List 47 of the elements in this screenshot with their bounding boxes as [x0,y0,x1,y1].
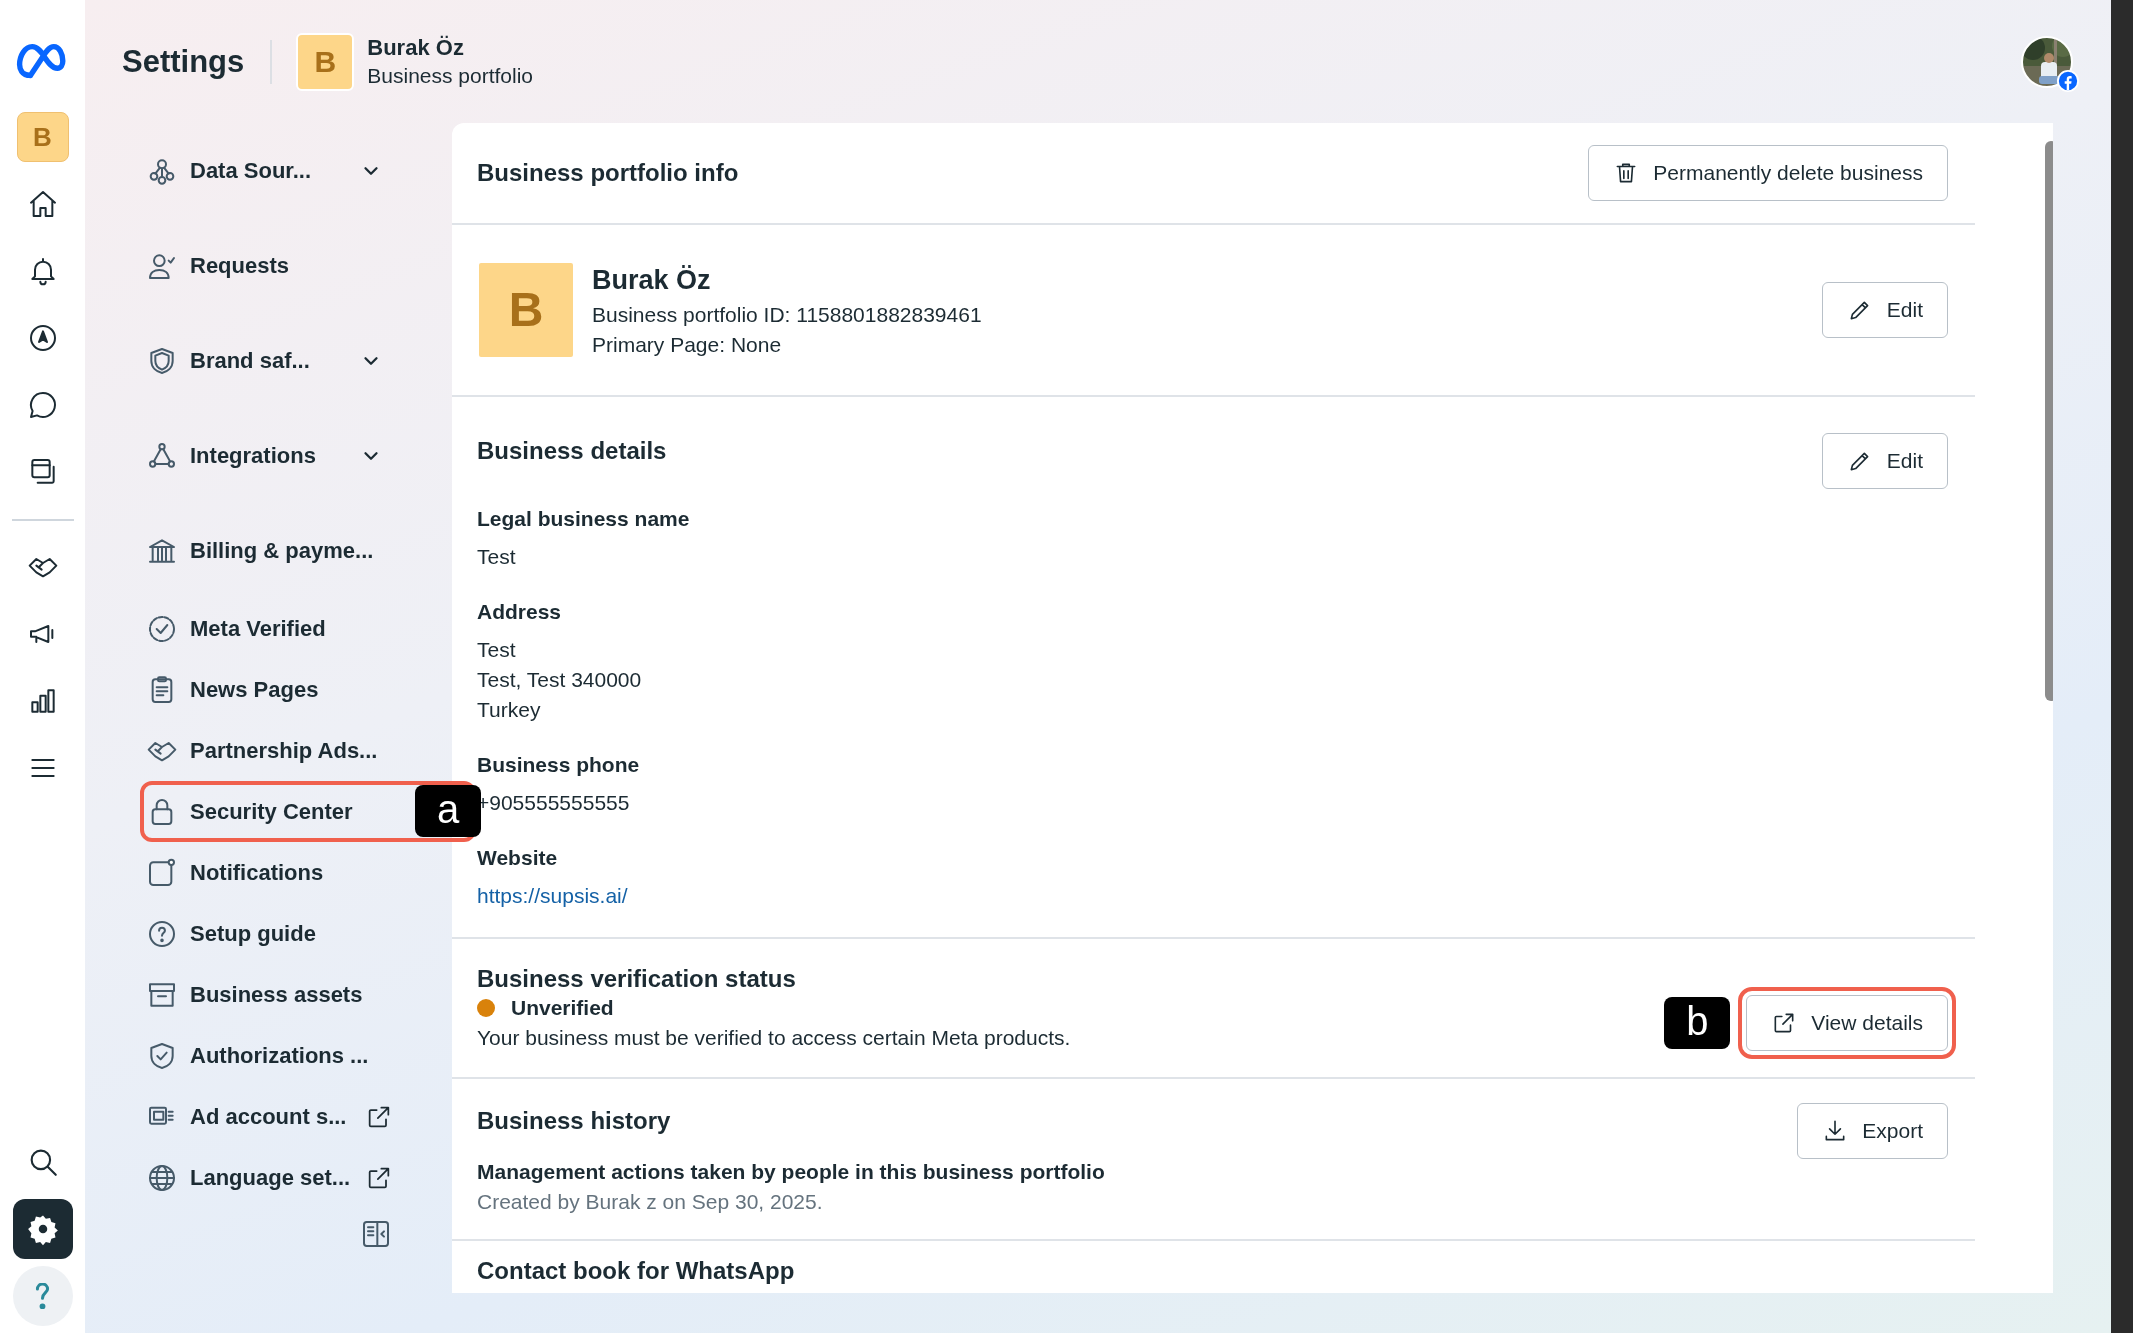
field-label: Legal business name [477,506,691,532]
field-label: Website [477,845,559,871]
status-label: Unverified [511,995,614,1021]
business-avatar: B [296,32,355,91]
section-title: Business history [477,1106,671,1136]
business-avatar: B [477,261,575,359]
section-title: Contact book for WhatsApp [477,1256,796,1286]
field-value: Test, Test 340000 [477,667,643,693]
edit-button[interactable]: Edit [1821,282,1948,338]
portfolio-id: Business portfolio ID: 1158801882839461 [592,302,982,329]
sidebar-item[interactable]: Setup guide [140,903,476,964]
history-meta: Created by Burak z on Sep 30, 2025. [477,1189,824,1215]
section-title: Business verification status [477,964,797,994]
sidebar-item[interactable]: Billing & payme... [140,503,476,598]
section-title: Business portfolio info [477,158,739,188]
business-name: Burak Öz [592,263,712,297]
export-button[interactable]: Export [1797,1103,1948,1159]
sidebar-item[interactable]: Authorizations ... [140,1025,476,1086]
sidebar-item[interactable]: News Pages [140,659,476,720]
callout-tooltip: a [415,785,481,837]
field-value: Turkey [477,697,542,723]
delete-button[interactable]: Permanently delete business [1588,145,1948,201]
sidebar-item[interactable]: Language set... [140,1147,476,1208]
sidebar-item[interactable]: Partnership Ads... [140,720,476,781]
business-subtitle: Business portfolio [367,62,534,89]
edit-button[interactable]: Edit [1821,433,1948,489]
status-description: Your business must be verified to access certain Meta products. [477,1025,1071,1051]
history-heading: Management actions taken by people in this business portfolio [477,1159,1106,1185]
sidebar-item[interactable]: Requests [140,218,476,313]
sidebar-item[interactable]: Meta Verified [140,598,476,659]
sidebar-item[interactable]: Brand saf... [140,313,476,408]
sidebar-item[interactable]: Integrations [140,408,476,503]
sidebar-item[interactable]: Notifications [140,842,476,903]
page-title: Settings [122,39,273,84]
business-name: Burak Öz [367,33,465,62]
field-value: Test [477,544,517,570]
section-title: Business details [477,436,667,466]
field-value: Test [477,637,517,663]
primary-page: Primary Page: None [592,332,783,359]
field-label: Address [477,599,563,625]
business-avatar: B [16,112,69,162]
field-label: Business phone [477,752,641,778]
sidebar-item[interactable]: Business assets [140,964,476,1025]
sidebar-item[interactable]: Data Sour... [140,123,476,218]
callout-tooltip: b [1664,997,1731,1049]
website-link[interactable]: https://supsis.ai/ [477,884,628,907]
sidebar-item[interactable]: Ad account s... [140,1086,476,1147]
